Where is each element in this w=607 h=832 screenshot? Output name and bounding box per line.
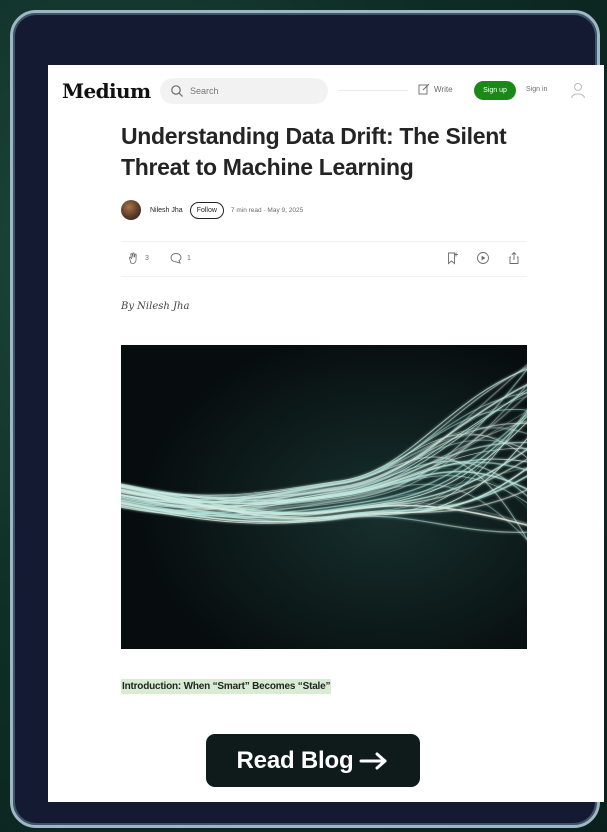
author-avatar[interactable]	[121, 200, 141, 220]
arrow-right-icon	[359, 752, 387, 769]
clap-button[interactable]: 3	[127, 251, 149, 265]
bookmark-add-icon	[448, 252, 458, 265]
clap-icon	[129, 252, 137, 264]
read-blog-button[interactable]: Read Blog	[206, 734, 420, 787]
listen-button[interactable]	[476, 251, 490, 265]
write-button[interactable]: Write	[418, 83, 453, 95]
write-icon	[418, 83, 430, 95]
sign-up-button[interactable]: Sign up	[474, 81, 516, 100]
article-byline: By Nilesh Jha	[121, 301, 190, 312]
read-blog-label: Read Blog	[236, 746, 354, 774]
intro-heading: Introduction: When “Smart” Becomes “Stal…	[121, 679, 332, 694]
comment-icon	[170, 253, 182, 264]
share-icon	[509, 251, 519, 264]
header-divider	[338, 90, 408, 91]
save-button[interactable]	[445, 251, 459, 265]
write-label: Write	[434, 84, 453, 94]
medium-logo[interactable]: Medium	[62, 79, 151, 103]
article-meta: 7 min read · May 9, 2025	[230, 206, 304, 214]
article-screen: Medium Write Sign up Sign in	[48, 65, 604, 802]
clap-count: 3	[145, 254, 149, 262]
author-name[interactable]: Nilesh Jha	[150, 207, 183, 214]
hero-image	[121, 345, 527, 649]
sign-in-link[interactable]: Sign in	[526, 86, 547, 93]
medium-header: Medium Write Sign up Sign in	[48, 65, 604, 117]
play-icon	[477, 252, 489, 264]
search-icon	[171, 85, 183, 97]
search-input[interactable]	[190, 83, 320, 99]
author-row: Nilesh Jha Follow 7 min read · May 9, 20…	[121, 199, 303, 221]
article-title: Understanding Data Drift: The Silent Thr…	[121, 123, 507, 180]
action-bar: 3 1	[121, 241, 527, 277]
user-icon[interactable]	[568, 80, 588, 100]
search-box[interactable]	[160, 78, 328, 104]
share-button[interactable]	[507, 251, 521, 265]
responses-button[interactable]: 1	[169, 251, 191, 265]
follow-button[interactable]: Follow	[189, 201, 224, 219]
tablet-frame: Medium Write Sign up Sign in	[10, 10, 604, 828]
data-streams-illustration	[121, 345, 527, 649]
response-count: 1	[187, 254, 191, 262]
